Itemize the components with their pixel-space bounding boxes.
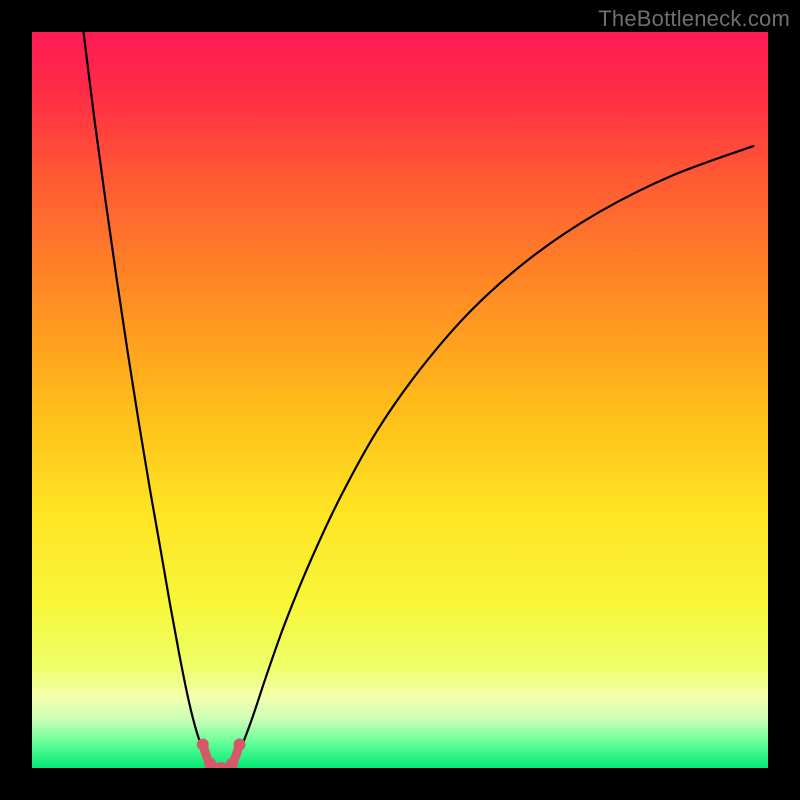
- chart-frame: TheBottleneck.com: [0, 0, 800, 800]
- right-branch-curve: [234, 146, 753, 761]
- curves-layer: [32, 32, 768, 768]
- watermark-text: TheBottleneck.com: [598, 6, 790, 32]
- left-branch-curve: [84, 32, 209, 761]
- plot-area: [32, 32, 768, 768]
- bottom-u-marker: [197, 738, 246, 768]
